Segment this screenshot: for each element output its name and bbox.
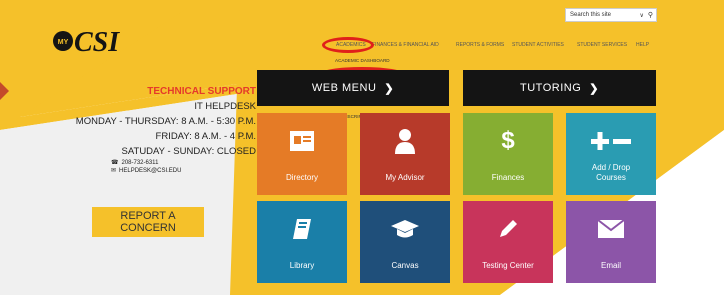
support-phone[interactable]: 208-732-6311 (121, 159, 158, 167)
nav-help[interactable]: HELP (636, 42, 649, 48)
tile-label: Email (600, 261, 621, 270)
graduation-cap-icon (360, 215, 450, 243)
dollar-icon: $ (501, 127, 515, 154)
tile-label: Testing Center (482, 261, 534, 270)
nav-student-services[interactable]: STUDENT SERVICES (577, 42, 627, 48)
tile-library[interactable]: Library (257, 201, 347, 283)
technical-support: TECHNICAL SUPPORT IT HELPDESK MONDAY - T… (56, 84, 256, 175)
dropdown-item-academic-dashboard[interactable]: ACADEMIC DASHBOARD (335, 58, 390, 63)
support-friday: FRIDAY: 8 A.M. - 4 P.M. (155, 131, 256, 142)
directory-icon (257, 127, 347, 155)
tile-my-advisor[interactable]: My Advisor (360, 113, 450, 195)
tutoring-banner[interactable]: TUTORING ❯ (463, 70, 656, 106)
report-concern-button[interactable]: REPORT A CONCERN (92, 207, 204, 237)
support-title: TECHNICAL SUPPORT (147, 86, 256, 97)
support-email[interactable]: HELPDESK@CSI.EDU (119, 167, 181, 175)
user-icon (360, 127, 450, 155)
web-menu-banner[interactable]: WEB MENU ❯ (257, 70, 449, 106)
svg-text:MY: MY (58, 39, 69, 46)
svg-text:CSI: CSI (74, 27, 120, 58)
search-label: Search this site (570, 12, 612, 18)
chevron-right-icon: ❯ (384, 82, 395, 95)
envelope-icon (566, 215, 656, 243)
tile-finances[interactable]: $ Finances (463, 113, 553, 195)
tile-label: Finances (491, 173, 525, 182)
chevron-down-icon[interactable]: ∨ (639, 12, 643, 19)
highlight-oval-academics (322, 37, 374, 53)
tutoring-label: TUTORING (520, 82, 582, 94)
email-icon: ✉ (111, 168, 117, 174)
book-icon (257, 215, 347, 243)
nav-student-activities[interactable]: STUDENT ACTIVITIES (512, 42, 564, 48)
tile-label: Directory (285, 173, 318, 182)
search-icon[interactable]: ⚲ (648, 11, 653, 19)
tile-add-drop[interactable]: Add / Drop Courses (566, 113, 656, 195)
chevron-right-icon: ❯ (589, 82, 599, 95)
tile-canvas[interactable]: Canvas (360, 201, 450, 283)
support-helpdesk: IT HELPDESK (194, 101, 256, 112)
csi-logo[interactable]: MY CSI (52, 24, 122, 58)
tile-email[interactable]: Email (566, 201, 656, 283)
plus-minus-icon (566, 127, 656, 155)
support-weekend: SATUDAY - SUNDAY: CLOSED (121, 146, 256, 157)
search-input[interactable]: Search this site ∨ ⚲ (565, 8, 657, 22)
tile-label: Canvas (391, 261, 419, 270)
tile-directory[interactable]: Directory (257, 113, 347, 195)
tile-label: Library (289, 261, 315, 270)
pencil-icon (463, 215, 553, 243)
nav-reports[interactable]: REPORTS & FORMS (456, 42, 504, 48)
tile-testing-center[interactable]: Testing Center (463, 201, 553, 283)
nav-finances[interactable]: FINANCES & FINANCIAL AID (372, 42, 439, 48)
pointer-arrow-icon (0, 82, 9, 100)
phone-icon: ☎ (111, 160, 119, 166)
support-mon-thu: MONDAY - THURSDAY: 8 A.M. - 5:30 P.M. (75, 116, 256, 127)
tile-label: My Advisor (385, 173, 425, 182)
tile-label: Add / Drop Courses (591, 163, 631, 182)
web-menu-label: WEB MENU (311, 82, 377, 94)
